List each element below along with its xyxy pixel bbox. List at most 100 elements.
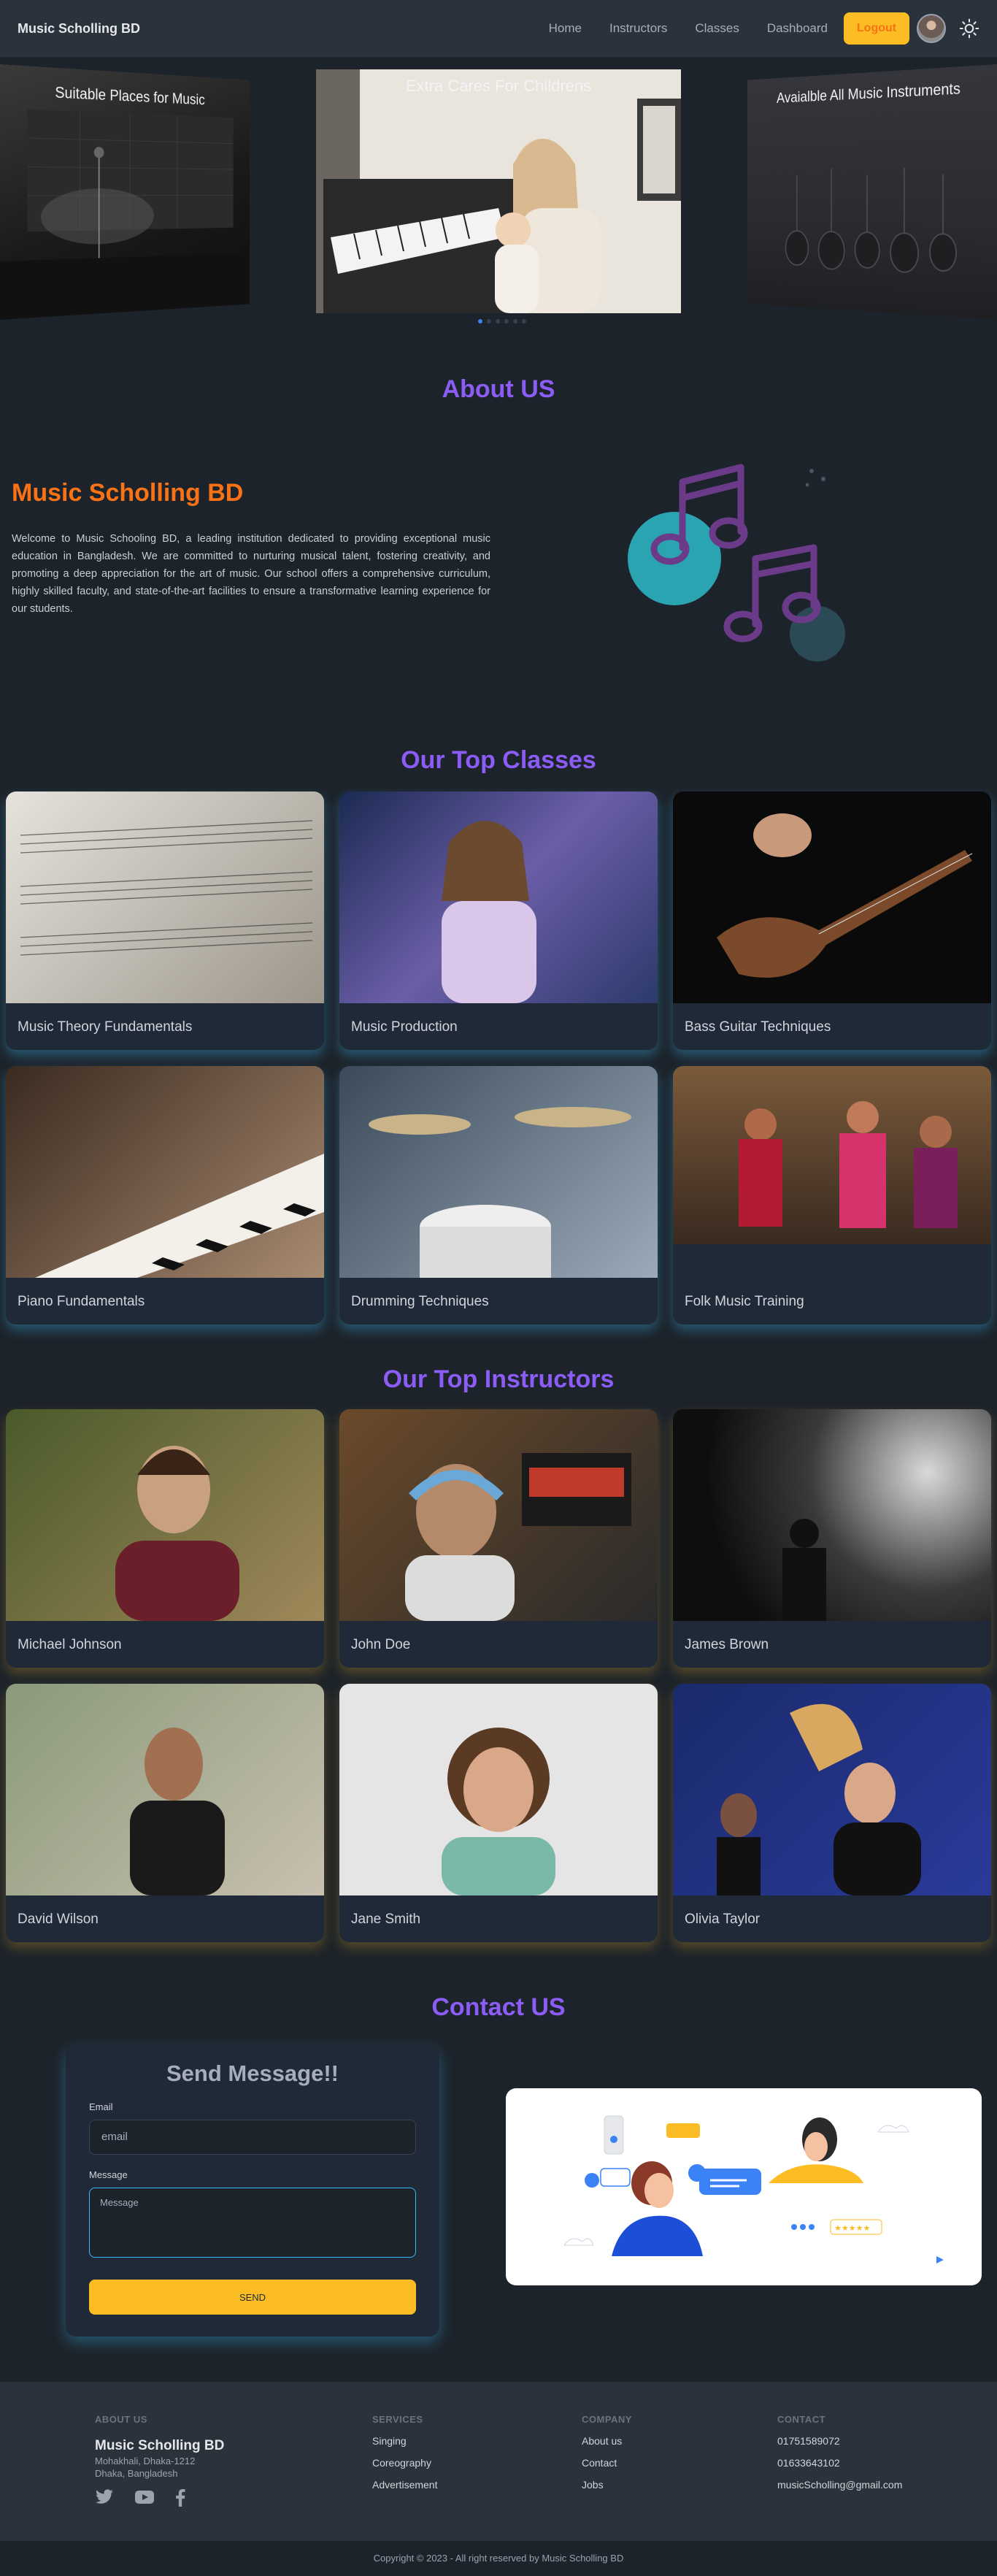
instructor-photo [673,1409,991,1621]
footer-email[interactable]: musicScholling@gmail.com [777,2479,902,2491]
navbar: Music Scholling BD Home Instructors Clas… [0,0,997,57]
about-heading: Music Scholling BD [12,479,244,507]
twitter-icon[interactable] [95,2489,114,2505]
carousel-slide-instruments[interactable]: Avaialble All Music Instruments [747,64,997,320]
footer-phone-2[interactable]: 01633643102 [777,2457,902,2469]
footer-about-title: ABOUT US [95,2414,147,2425]
footer-contact: CONTACT 01751589072 01633643102 musicSch… [777,2414,902,2491]
instructor-name: Jane Smith [351,1912,421,1927]
footer-address-line2: Dhaka, Bangladesh [95,2468,178,2479]
class-title: Folk Music Training [685,1294,804,1309]
footer-company: COMPANY About us Contact Jobs [582,2414,632,2491]
music-notes-icon [628,464,845,662]
footer-services-title: SERVICES [372,2414,423,2425]
instructor-name: Michael Johnson [18,1637,122,1652]
instructor-name: David Wilson [18,1912,99,1927]
contact-illustration: ★★★★★ [506,2088,982,2285]
footer-link-coreography[interactable]: Coreography [372,2457,437,2469]
footer-brand: Music Scholling BD [95,2438,225,2453]
svg-text:★★★★★: ★★★★★ [834,2223,870,2233]
class-card[interactable]: Bass Guitar Techniques [673,791,991,1050]
class-image-piano [6,1066,324,1278]
class-image-folk-musicians [673,1066,991,1244]
send-button[interactable]: SEND [89,2280,416,2315]
footer-company-title: COMPANY [582,2414,632,2425]
instructor-name: James Brown [685,1637,769,1652]
message-field[interactable]: Message [89,2188,416,2258]
instructor-card[interactable]: Michael Johnson [6,1409,324,1668]
instructor-name: John Doe [351,1637,411,1652]
carousel-dot[interactable] [513,319,517,323]
carousel-slide-childcare[interactable]: Extra Cares For Childrens [316,69,681,313]
class-title: Bass Guitar Techniques [685,1019,831,1035]
sun-icon[interactable] [959,18,979,39]
social-links [95,2489,224,2507]
slide-title: Extra Cares For Childrens [405,77,592,95]
instructor-card[interactable]: John Doe [339,1409,658,1668]
instructor-photo [673,1684,991,1895]
carousel-indicators [478,319,526,323]
footer-address-line1: Mohakhali, Dhaka-1212 [95,2456,196,2466]
footer-link-jobs[interactable]: Jobs [582,2479,632,2491]
about-description: Welcome to Music Schooling BD, a leading… [12,533,490,615]
logout-button[interactable]: Logout [844,12,909,45]
carousel-slide-music-places[interactable]: Suitable Places for Music [0,64,250,320]
instructor-card[interactable]: James Brown [673,1409,991,1668]
instructor-photo [6,1409,324,1621]
facebook-icon[interactable] [175,2489,185,2507]
message-label: Message [89,2169,128,2180]
piano-mother-child-image [316,69,681,313]
footer-link-advertisement[interactable]: Advertisement [372,2479,437,2491]
email-label: Email [89,2101,113,2112]
carousel-dot[interactable] [522,319,526,323]
instructor-card[interactable]: Jane Smith [339,1684,658,1942]
footer: ABOUT US Music Scholling BD Mohakhali, D… [0,2382,997,2541]
instructor-card[interactable]: Olivia Taylor [673,1684,991,1942]
nav-link-dashboard[interactable]: Dashboard [767,21,828,36]
instructor-photo [339,1684,658,1895]
nav-links: Home Instructors Classes Dashboard [549,21,828,36]
class-image-singer [339,791,658,1003]
email-field[interactable]: email [89,2120,416,2155]
carousel-dot[interactable] [478,319,482,323]
footer-about: ABOUT US Music Scholling BD Mohakhali, D… [95,2414,224,2507]
class-title: Drumming Techniques [351,1294,489,1309]
about-section-title: About US [442,375,555,403]
footer-link-singing[interactable]: Singing [372,2435,437,2447]
carousel-dot[interactable] [487,319,491,323]
class-card[interactable]: Music Production [339,791,658,1050]
class-card[interactable]: Piano Fundamentals [6,1066,324,1325]
instructor-card[interactable]: David Wilson [6,1684,324,1942]
chat-illustration-icon: ★★★★★ [563,2115,944,2263]
class-title: Piano Fundamentals [18,1294,145,1309]
class-title: Music Production [351,1019,458,1035]
class-card[interactable]: Music Theory Fundamentals [6,791,324,1050]
classes-section-title: Our Top Classes [401,746,596,774]
form-title: Send Message!! [166,2061,339,2086]
contact-section-title: Contact US [431,1993,566,2021]
youtube-icon[interactable] [134,2489,155,2505]
copyright: Copyright © 2023 - All right reserved by… [0,2541,997,2576]
class-card[interactable]: Drumming Techniques [339,1066,658,1325]
instructor-photo [6,1684,324,1895]
footer-phone-1[interactable]: 01751589072 [777,2435,902,2447]
hero-carousel[interactable]: Suitable Places for Music Extra Cares Fo… [0,57,997,334]
carousel-dot[interactable] [496,319,500,323]
nav-link-instructors[interactable]: Instructors [609,21,667,36]
footer-link-contact[interactable]: Contact [582,2457,632,2469]
footer-contact-title: CONTACT [777,2414,826,2425]
footer-link-about[interactable]: About us [582,2435,632,2447]
footer-services: SERVICES Singing Coreography Advertiseme… [372,2414,437,2491]
instructor-photo [339,1409,658,1621]
nav-link-home[interactable]: Home [549,21,582,36]
class-card[interactable]: Folk Music Training [673,1066,991,1325]
instructors-section-title: Our Top Instructors [382,1365,615,1393]
class-image-drums [339,1066,658,1278]
class-title: Music Theory Fundamentals [18,1019,193,1035]
brand-logo-text[interactable]: Music Scholling BD [18,21,140,37]
carousel-dot[interactable] [504,319,509,323]
user-avatar[interactable] [917,14,946,43]
class-image-bass-guitar [673,791,991,1003]
instructor-name: Olivia Taylor [685,1912,761,1927]
nav-link-classes[interactable]: Classes [695,21,739,36]
